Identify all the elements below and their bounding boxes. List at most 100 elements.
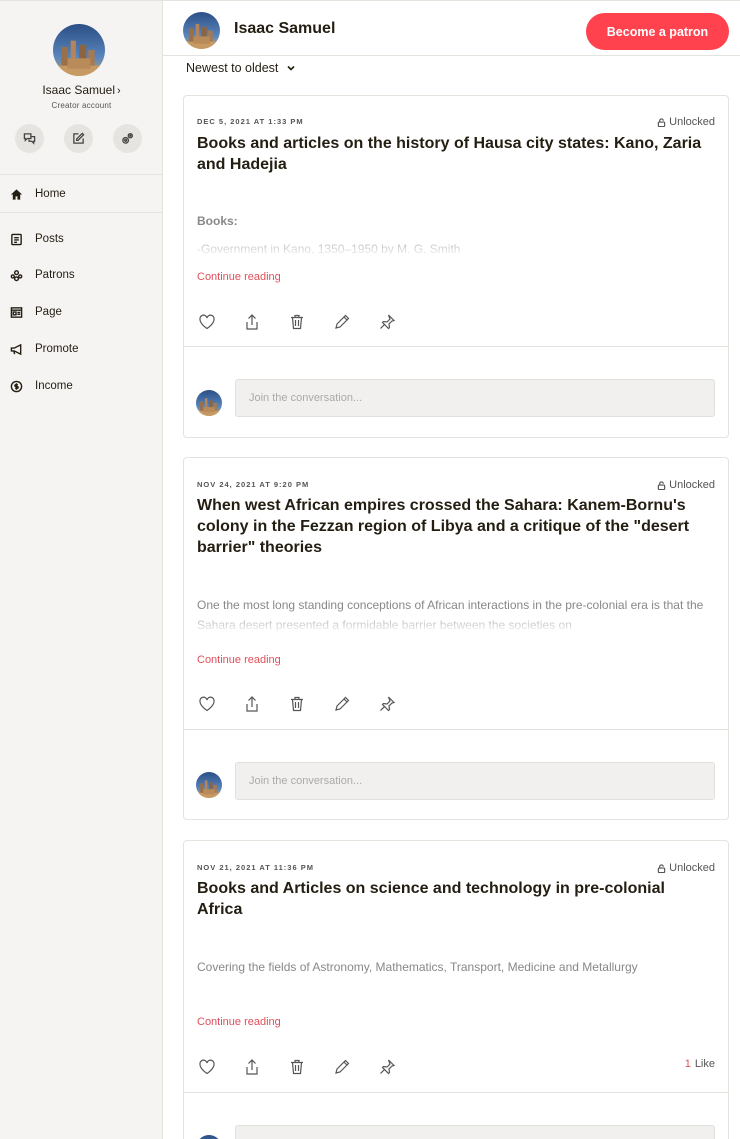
post-actions — [197, 1057, 397, 1077]
unlock-icon — [657, 480, 666, 490]
pin-icon — [380, 314, 396, 330]
post-title[interactable]: Books and Articles on science and techno… — [197, 878, 712, 920]
chevron-right-icon: › — [117, 85, 121, 97]
post-status: Unlocked — [657, 862, 715, 874]
sidebar-item-income[interactable]: Income — [0, 371, 162, 401]
share-button[interactable] — [242, 1057, 262, 1077]
pencil-icon — [335, 314, 350, 329]
post-status-label: Unlocked — [669, 116, 715, 128]
post-date: NOV 21, 2021 AT 11:36 PM — [197, 863, 314, 872]
sidebar-item-page[interactable]: Page — [0, 297, 162, 327]
edit-icon — [73, 132, 85, 144]
chat-icon — [23, 133, 36, 145]
excerpt-fade — [197, 244, 712, 258]
comment-input[interactable] — [235, 1125, 715, 1139]
chevron-down-icon — [287, 65, 295, 71]
post-status: Unlocked — [657, 479, 715, 491]
comment-input[interactable] — [235, 379, 715, 417]
pin-icon — [380, 696, 396, 712]
become-patron-button[interactable]: Become a patron — [586, 13, 729, 50]
posts-icon — [11, 233, 22, 245]
sidebar-item-label: Posts — [35, 233, 64, 245]
post-excerpt: Covering the fields of Astronomy, Mathem… — [197, 960, 638, 974]
heart-icon — [199, 1059, 215, 1075]
trash-icon — [291, 1059, 303, 1075]
gears-icon — [122, 133, 133, 144]
home-icon — [10, 188, 23, 200]
commenter-avatar — [196, 390, 222, 416]
patrons-icon — [10, 269, 23, 281]
share-button[interactable] — [242, 312, 262, 332]
share-icon — [246, 1059, 258, 1075]
post-card: DEC 5, 2021 AT 1:33 PM Unlocked Books an… — [183, 95, 729, 438]
excerpt-fade — [197, 614, 712, 634]
post-card: NOV 21, 2021 AT 11:36 PM Unlocked Books … — [183, 840, 729, 1139]
nav-home-section: Home — [0, 176, 162, 213]
sidebar: Isaac Samuel › Creator account Home Posts… — [0, 0, 163, 1139]
creator-account-label: Creator account — [51, 101, 112, 110]
pin-button[interactable] — [377, 312, 397, 332]
commenter-avatar — [196, 1135, 222, 1139]
sidebar-item-promote[interactable]: Promote — [0, 334, 162, 364]
edit-post-button[interactable] — [332, 1057, 352, 1077]
settings-button[interactable] — [113, 124, 142, 153]
creator-actions — [15, 124, 142, 153]
sidebar-item-posts[interactable]: Posts — [0, 224, 162, 254]
messages-button[interactable] — [15, 124, 44, 153]
post-divider — [184, 729, 728, 730]
header-avatar[interactable] — [183, 12, 220, 49]
post-card: NOV 24, 2021 AT 9:20 PM Unlocked When we… — [183, 457, 729, 820]
like-button[interactable] — [197, 1057, 217, 1077]
megaphone-icon — [10, 343, 22, 355]
like-count[interactable]: 1 Like — [685, 1058, 715, 1070]
continue-reading-link[interactable]: Continue reading — [197, 271, 281, 283]
sort-label: Newest to oldest — [186, 61, 279, 75]
page-header: Isaac Samuel Become a patron — [163, 0, 740, 56]
unlock-icon — [657, 117, 666, 127]
continue-reading-link[interactable]: Continue reading — [197, 654, 281, 666]
post-date: NOV 24, 2021 AT 9:20 PM — [197, 480, 310, 489]
post-title[interactable]: When west African empires crossed the Sa… — [197, 495, 712, 558]
post-date: DEC 5, 2021 AT 1:33 PM — [197, 117, 304, 126]
post-status-label: Unlocked — [669, 862, 715, 874]
like-button[interactable] — [197, 694, 217, 714]
sidebar-item-label: Income — [35, 380, 73, 392]
trash-icon — [291, 696, 303, 712]
commenter-avatar — [196, 772, 222, 798]
comment-input[interactable] — [235, 762, 715, 800]
heart-icon — [199, 314, 215, 330]
post-divider — [184, 1092, 728, 1093]
post-status-label: Unlocked — [669, 479, 715, 491]
pin-icon — [380, 1059, 396, 1075]
sidebar-item-label: Home — [35, 188, 66, 200]
sidebar-item-home[interactable]: Home — [0, 179, 162, 209]
heart-icon — [199, 696, 215, 712]
pin-button[interactable] — [377, 1057, 397, 1077]
create-post-button[interactable] — [64, 124, 93, 153]
creator-profile: Isaac Samuel › Creator account — [0, 1, 162, 175]
post-divider — [184, 346, 728, 347]
delete-button[interactable] — [287, 312, 307, 332]
coin-icon — [10, 380, 23, 392]
delete-button[interactable] — [287, 694, 307, 714]
edit-post-button[interactable] — [332, 312, 352, 332]
delete-button[interactable] — [287, 1057, 307, 1077]
post-actions — [197, 694, 397, 714]
like-button[interactable] — [197, 312, 217, 332]
pencil-icon — [335, 696, 350, 711]
post-title[interactable]: Books and articles on the history of Hau… — [197, 133, 712, 175]
pin-button[interactable] — [377, 694, 397, 714]
share-icon — [246, 314, 258, 330]
post-excerpt-heading: Books: — [197, 214, 238, 228]
continue-reading-link[interactable]: Continue reading — [197, 1016, 281, 1028]
creator-name: Isaac Samuel — [42, 83, 116, 97]
share-button[interactable] — [242, 694, 262, 714]
trash-icon — [291, 314, 303, 330]
edit-post-button[interactable] — [332, 694, 352, 714]
sort-dropdown[interactable]: Newest to oldest — [186, 61, 296, 75]
creator-name-link[interactable]: Isaac Samuel › — [0, 83, 163, 97]
sidebar-item-patrons[interactable]: Patrons — [0, 260, 162, 290]
creator-avatar[interactable] — [53, 24, 105, 76]
post-actions — [197, 312, 397, 332]
header-creator-name[interactable]: Isaac Samuel — [234, 20, 335, 38]
